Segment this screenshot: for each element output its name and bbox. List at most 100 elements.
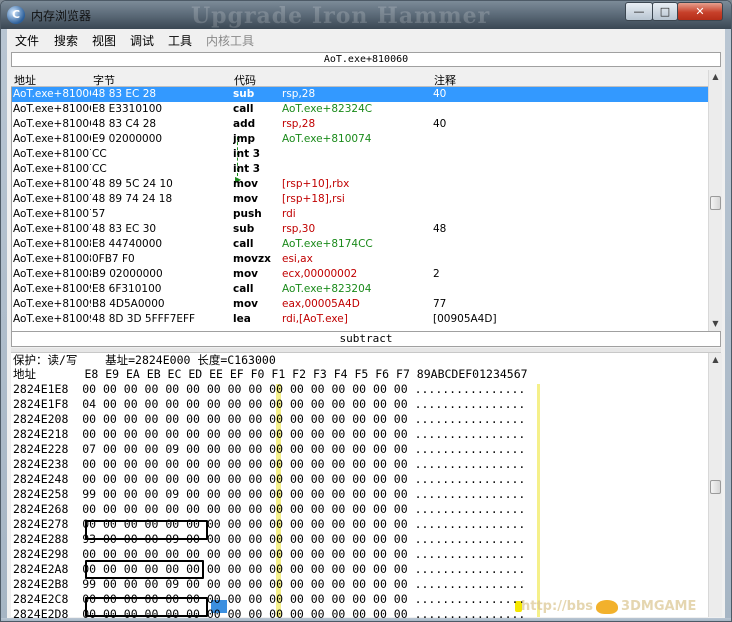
disasm-address: AoT.exe+81006	[13, 103, 91, 115]
disasm-row[interactable]: AoT.exe+81008 0FB7 F0 movzx esi,ax	[12, 252, 709, 267]
disasm-comment: 40	[433, 88, 447, 100]
disasm-address: AoT.exe+81008	[13, 268, 91, 280]
column-opcode[interactable]: 代码	[234, 72, 256, 88]
disasm-comment: 77	[433, 298, 447, 310]
menu-tools[interactable]: 工具	[168, 32, 192, 49]
menu-bar: 文件 搜索 视图 调试 工具 内核工具	[7, 29, 725, 51]
memory-viewer-window: C 内存浏览器 Upgrade Iron Hammer — □ ✕ 文件 搜索 …	[0, 0, 732, 622]
hex-row[interactable]: 2824E278 00 00 00 00 00 00 00 00 00 00 0…	[13, 517, 703, 532]
disasm-opcode: sub	[233, 223, 255, 235]
disasm-opcode: int 3	[233, 163, 261, 175]
disasm-row[interactable]: AoT.exe+81008 B9 02000000 mov ecx,00000002 2	[12, 267, 709, 282]
column-address[interactable]: 地址	[14, 72, 36, 88]
disasm-address: AoT.exe+81008	[13, 253, 91, 265]
disassembler-address-bar[interactable]: AoT.exe+810060	[11, 52, 721, 67]
title-bar[interactable]: C 内存浏览器 Upgrade Iron Hammer — □ ✕	[1, 1, 731, 29]
disassembler-scrollbar[interactable]: ▲ ▼	[708, 70, 722, 331]
hex-row[interactable]: 2824E228 07 00 00 00 09 00 00 00 00 00 0…	[13, 442, 703, 457]
hex-row[interactable]: 2824E218 00 00 00 00 00 00 00 00 00 00 0…	[13, 427, 703, 442]
disasm-opcode: call	[233, 103, 254, 115]
maximize-button[interactable]: □	[652, 2, 678, 21]
hex-row[interactable]: 2824E298 00 00 00 00 00 00 00 00 00 00 0…	[13, 547, 703, 562]
disasm-bytes: CC	[92, 148, 107, 160]
hex-header: 地址 E8 E9 EA EB EC ED EE EF F0 F1 F2 F3 F…	[13, 367, 528, 381]
disasm-address: AoT.exe+81006	[13, 118, 91, 130]
disasm-operand: esi,ax	[282, 253, 313, 265]
disasm-address: AoT.exe+81007	[13, 208, 91, 220]
window-title: 内存浏览器	[31, 9, 92, 23]
disasm-comment: 40	[433, 118, 447, 130]
disasm-address: AoT.exe+81007	[13, 148, 91, 160]
hex-row[interactable]: 2824E208 00 00 00 00 00 00 00 00 00 00 0…	[13, 412, 703, 427]
disasm-bytes: 48 89 5C 24 10	[92, 178, 173, 190]
disasm-opcode: movzx	[233, 253, 271, 265]
disasm-opcode: mov	[233, 193, 258, 205]
disasm-address: AoT.exe+81006	[13, 88, 91, 100]
menu-view[interactable]: 视图	[92, 32, 116, 49]
hex-row[interactable]: 2824E2B8 99 00 00 00 09 00 00 00 00 00 0…	[13, 577, 703, 592]
disasm-row[interactable]: AoT.exe+81009 B8 4D5A0000 mov eax,00005A4D 7…	[12, 297, 709, 312]
hex-row[interactable]: 2824E1E8 00 00 00 00 00 00 00 00 00 00 0…	[13, 382, 703, 397]
hex-row[interactable]: 2824E2A8 00 00 00 00 00 00 00 00 00 00 0…	[13, 562, 703, 577]
disasm-row[interactable]: AoT.exe+81007 48 89 74 24 18 mov [rsp+18],r…	[12, 192, 709, 207]
disasm-row[interactable]: AoT.exe+81007 57 push rdi	[12, 207, 709, 222]
disasm-bytes: 57	[92, 208, 106, 220]
disasm-operand: [rsp+18],rsi	[282, 193, 345, 205]
disasm-address: AoT.exe+81009	[13, 298, 91, 310]
disasm-row[interactable]: AoT.exe+81007 48 89 5C 24 10 mov [rsp+10],r…	[12, 177, 709, 192]
hex-row[interactable]: 2824E248 00 00 00 00 00 00 00 00 00 00 0…	[13, 472, 703, 487]
column-comment[interactable]: 注释	[434, 72, 456, 88]
disasm-row[interactable]: AoT.exe+81009 48 8D 3D 5FFF7EFF lea rdi,[Ao…	[12, 312, 709, 327]
disassembler-header: 地址 字节 代码 注释	[11, 70, 708, 87]
hex-row[interactable]: 2824E268 00 00 00 00 00 00 00 00 00 00 0…	[13, 502, 703, 517]
disasm-bytes: 48 83 C4 28	[92, 118, 157, 130]
disasm-row[interactable]: AoT.exe+81008 E8 44740000 call AoT.exe+8174…	[12, 237, 709, 252]
hex-row[interactable]: 2824E258 99 00 00 00 09 00 00 00 00 00 0…	[13, 487, 703, 502]
disasm-row[interactable]: AoT.exe+81009 E8 6F310100 call AoT.exe+8232…	[12, 282, 709, 297]
hex-info-line: 保护：读/写 基址=2824E000 长度=C163000	[13, 353, 276, 367]
disasm-comment: 48	[433, 223, 447, 235]
disasm-opcode: lea	[233, 313, 251, 325]
hex-row[interactable]: 2824E238 00 00 00 00 00 00 00 00 00 00 0…	[13, 457, 703, 472]
disasm-opcode: jmp	[233, 133, 256, 145]
hex-row[interactable]: 2824E288 93 00 00 00 09 00 00 00 00 00 0…	[13, 532, 703, 547]
disasm-opcode: mov	[233, 298, 258, 310]
disasm-row[interactable]: AoT.exe+81006 E9 02000000 jmp AoT.exe+81007…	[12, 132, 709, 147]
column-bytes[interactable]: 字节	[93, 72, 115, 88]
disasm-row[interactable]: AoT.exe+81006 E8 E3310100 call AoT.exe+8232…	[12, 102, 709, 117]
disasm-bytes: E8 44740000	[92, 238, 163, 250]
hex-scroll-thumb[interactable]	[710, 480, 721, 494]
disassembler-list[interactable]: ▶ AoT.exe+81006 48 83 EC 28 sub rsp,28 40 AoT…	[11, 87, 709, 331]
scroll-down-icon[interactable]: ▼	[709, 317, 722, 330]
title-watermark: Upgrade Iron Hammer	[191, 3, 491, 29]
disasm-bytes: 48 8D 3D 5FFF7EFF	[92, 313, 196, 325]
scroll-thumb[interactable]	[710, 196, 721, 210]
hex-row[interactable]: 2824E1F8 04 00 00 00 00 00 00 00 00 00 0…	[13, 397, 703, 412]
disasm-opcode: call	[233, 283, 254, 295]
disasm-bytes: 48 83 EC 28	[92, 88, 157, 100]
scroll-up-icon[interactable]: ▲	[709, 70, 722, 83]
disasm-opcode: mov	[233, 268, 258, 280]
minimize-button[interactable]: —	[625, 2, 653, 21]
hex-view[interactable]: 保护：读/写 基址=2824E000 长度=C163000 地址 E8 E9 E…	[11, 353, 708, 621]
menu-debug[interactable]: 调试	[130, 32, 154, 49]
disasm-address: AoT.exe+81009	[13, 283, 91, 295]
site-watermark: http://bbs 3DMGAME	[521, 599, 696, 614]
disasm-bytes: B9 02000000	[92, 268, 163, 280]
disasm-row[interactable]: AoT.exe+81006 48 83 C4 28 add rsp,28 40	[12, 117, 709, 132]
client-area: AoT.exe+810060 地址 字节 代码 注释 ▶ AoT.exe+810…	[7, 50, 725, 621]
hex-scroll-up-icon[interactable]: ▲	[709, 353, 722, 366]
menu-file[interactable]: 文件	[15, 32, 39, 49]
disasm-operand: rsp,28	[282, 118, 316, 130]
disasm-row[interactable]: AoT.exe+81006 48 83 EC 28 sub rsp,28 40	[12, 87, 709, 102]
disasm-row[interactable]: AoT.exe+81007 48 83 EC 30 sub rsp,30 48	[12, 222, 709, 237]
disasm-operand: AoT.exe+8174CC	[282, 238, 373, 250]
close-button[interactable]: ✕	[677, 2, 723, 21]
menu-search[interactable]: 搜索	[54, 32, 78, 49]
menu-kernel-tools: 内核工具	[206, 34, 255, 48]
hex-scrollbar[interactable]: ▲	[708, 353, 722, 617]
disasm-opcode: add	[233, 118, 256, 130]
disasm-row[interactable]: AoT.exe+81007 CC int 3	[12, 147, 709, 162]
disasm-address: AoT.exe+81007	[13, 163, 91, 175]
disasm-row[interactable]: AoT.exe+81007 CC int 3	[12, 162, 709, 177]
